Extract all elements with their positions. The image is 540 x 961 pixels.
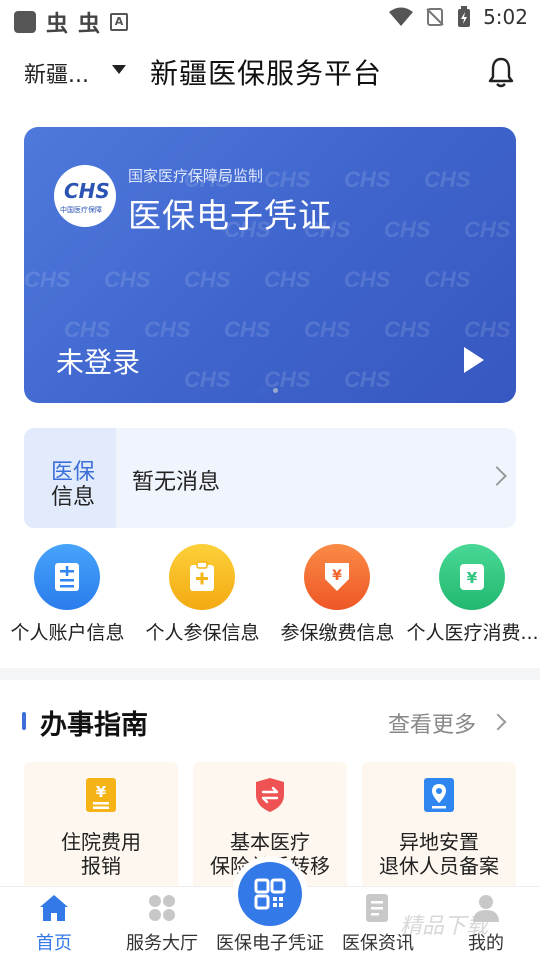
quick-actions: 个人账户信息 个人参保信息 ¥ 参保缴费信息 ¥ 个人医疗消费... (0, 540, 540, 650)
card-title: 医保电子凭证 (128, 196, 332, 235)
svg-text:CHS: CHS (384, 317, 431, 342)
clock: 5:02 (483, 5, 528, 29)
no-signal-icon (426, 8, 444, 26)
carousel-indicator (258, 386, 278, 395)
bug-notification-icon: 虫 (46, 12, 69, 37)
app-notification-icon (14, 11, 36, 33)
account-list-icon (34, 544, 100, 610)
shield-transfer-icon (256, 778, 284, 812)
yuan-down-icon: ¥ (304, 544, 370, 610)
battery-charging-icon (458, 6, 471, 27)
guide-title: 办事指南 (40, 710, 148, 741)
news-icon (366, 894, 388, 922)
svg-text:CHS: CHS (64, 317, 111, 342)
bell-icon[interactable] (486, 56, 516, 88)
guide-card-retiree-registration[interactable]: 异地安置 退休人员备案 (362, 762, 516, 892)
qr-code-icon (254, 878, 286, 910)
guide-header: 办事指南 查看更多 (0, 690, 540, 750)
svg-text:CHS: CHS (464, 317, 511, 342)
location-pin-icon (424, 778, 454, 812)
login-status: 未登录 (56, 346, 141, 379)
insurance-message-bar[interactable]: 医保 信息 暂无消息 (24, 428, 516, 528)
play-arrow-icon[interactable] (464, 347, 484, 373)
guide-card-hospital-reimbursement[interactable]: ¥ 住院费用 报销 (24, 762, 178, 892)
clipboard-plus-icon (169, 544, 235, 610)
bug-notification-icon: 虫 (78, 12, 101, 37)
carousel-dot (273, 388, 278, 393)
carousel-dot-active (258, 386, 267, 395)
svg-text:CHS: CHS (344, 167, 391, 192)
chs-logo: CHS 中国医疗保障 (54, 165, 116, 227)
quick-action-medical-spending[interactable]: ¥ 个人医疗消费... (405, 540, 540, 650)
e-voucher-center-button[interactable] (238, 862, 302, 926)
status-bar: 虫 虫 A 5:02 (0, 0, 540, 38)
svg-text:CHS: CHS (424, 167, 471, 192)
guide-card-label: 报销 (81, 854, 121, 878)
status-bar-notifications: 虫 虫 A (14, 6, 129, 38)
chevron-right-icon (487, 466, 507, 486)
status-bar-system: 5:02 (389, 5, 528, 29)
home-icon (40, 895, 68, 921)
svg-text:CHS: CHS (304, 317, 351, 342)
svg-text:CHS: CHS (144, 317, 191, 342)
wifi-icon (389, 7, 414, 26)
svg-text:¥: ¥ (332, 568, 342, 584)
svg-text:CHS: CHS (344, 267, 391, 292)
svg-text:CHS: CHS (264, 267, 311, 292)
svg-text:CHS: CHS (184, 267, 231, 292)
yuan-card-icon: ¥ (439, 544, 505, 610)
guide-card-label: 住院费用 (61, 830, 141, 854)
quick-action-account-info[interactable]: 个人账户信息 (0, 540, 135, 650)
chevron-down-icon[interactable] (112, 65, 126, 74)
e-voucher-card[interactable]: CHS CHS CHS CHS CHS CHS CHS CHS CHS CHS CHS CHS CH… (24, 127, 516, 403)
guide-card-label: 退休人员备案 (379, 854, 499, 878)
see-more-link[interactable]: 查看更多 (388, 707, 476, 739)
guide-card-label: 基本医疗 (230, 830, 310, 854)
message-tag: 医保 信息 (24, 428, 116, 528)
svg-text:CHS: CHS (24, 267, 71, 292)
page-title: 新疆医保服务平台 (150, 57, 383, 90)
app-header: 新疆... 新疆医保服务平台 (0, 40, 540, 104)
yuan-doc-icon: ¥ (86, 778, 116, 812)
grid-icon (149, 895, 175, 921)
svg-text:CHS: CHS (464, 217, 511, 242)
svg-text:CHS: CHS (424, 267, 471, 292)
message-text: 暂无消息 (132, 470, 221, 495)
tab-service-hall[interactable]: 服务大厅 (108, 887, 216, 961)
svg-text:CHS: CHS (384, 217, 431, 242)
quick-action-payment-info[interactable]: ¥ 参保缴费信息 (270, 540, 405, 650)
card-subtitle: 国家医疗保障局监制 (128, 167, 264, 185)
section-divider (0, 668, 540, 680)
section-accent-bar (22, 712, 26, 730)
svg-text:¥: ¥ (96, 783, 107, 801)
svg-text:CHS: CHS (224, 317, 271, 342)
watermark: 精品下载 (400, 914, 489, 939)
svg-text:CHS: CHS (104, 267, 151, 292)
quick-action-enrollment-info[interactable]: 个人参保信息 (135, 540, 270, 650)
a-notification-icon: A (110, 13, 129, 31)
svg-text:¥: ¥ (467, 569, 478, 587)
svg-text:CHS: CHS (344, 367, 391, 392)
tab-home[interactable]: 首页 (0, 887, 108, 961)
chevron-right-icon[interactable] (489, 713, 507, 731)
city-selector[interactable]: 新疆... (24, 57, 89, 89)
svg-text:CHS: CHS (184, 367, 231, 392)
guide-card-label: 异地安置 (399, 830, 479, 854)
